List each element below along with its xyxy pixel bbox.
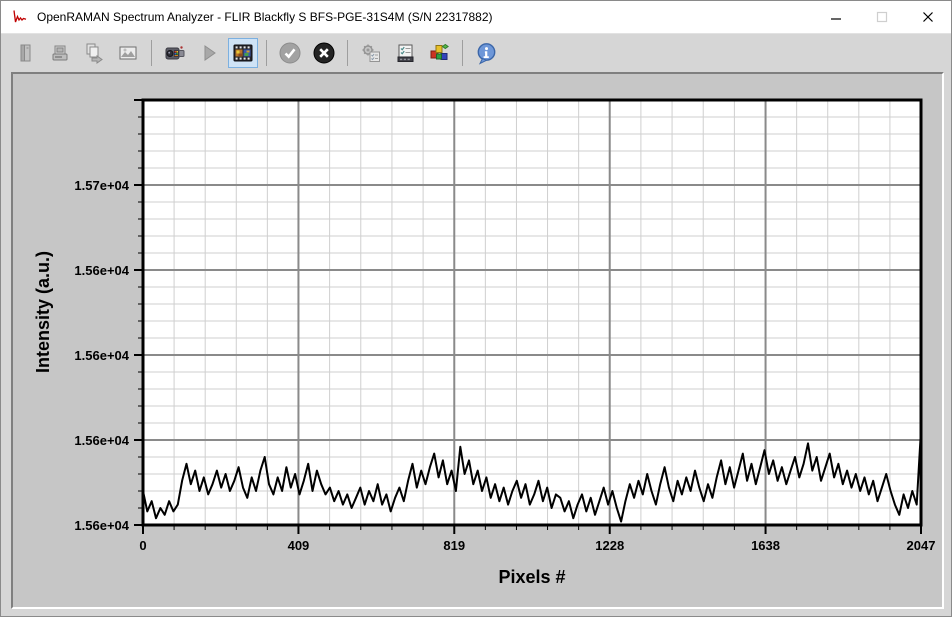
save-file-button[interactable]: [45, 38, 75, 68]
x-axis-title: Pixels #: [498, 567, 565, 587]
title-bar[interactable]: OpenRAMAN Spectrum Analyzer - FLIR Black…: [1, 1, 951, 34]
x-tick-label: 2047: [907, 538, 936, 553]
about-info-icon: [475, 42, 498, 65]
play-icon: [198, 42, 220, 64]
x-tick-label: 1638: [751, 538, 780, 553]
window-title: OpenRAMAN Spectrum Analyzer - FLIR Black…: [37, 10, 493, 24]
y-axis-title: Intensity (a.u.): [33, 251, 53, 373]
y-tick-label: 1.56e+04: [74, 263, 129, 278]
toolbar-separator: [151, 40, 152, 66]
toolbar: [1, 34, 951, 72]
statistics-button[interactable]: [424, 38, 454, 68]
save-file-icon: [49, 42, 71, 64]
x-tick-label: 409: [288, 538, 310, 553]
y-tick-label: 1.56e+04: [74, 518, 129, 533]
camera-settings-button[interactable]: [390, 38, 420, 68]
y-tick-label: 1.56e+04: [74, 433, 129, 448]
app-spectrum-icon: [11, 9, 29, 25]
cancel-button[interactable]: [309, 38, 339, 68]
open-file-button[interactable]: [11, 38, 41, 68]
accept-button[interactable]: [275, 38, 305, 68]
minimize-button[interactable]: [813, 1, 859, 33]
chart-panel: Intensity (a.u.) Pixels # 0 409 819 1228 163…: [11, 72, 944, 609]
y-tick-label: 1.56e+04: [74, 348, 129, 363]
maximize-button[interactable]: [859, 1, 905, 33]
accept-icon: [278, 41, 302, 65]
camera-settings-icon: [394, 42, 416, 64]
camera-button[interactable]: [160, 38, 190, 68]
live-view-filmstrip-icon: [232, 42, 254, 64]
x-tick-label: 1228: [595, 538, 624, 553]
x-tick-label: 819: [443, 538, 465, 553]
export-image-icon: [117, 42, 139, 64]
toolbar-separator: [347, 40, 348, 66]
spectrum-chart: Intensity (a.u.) Pixels # 0 409 819 1228 163…: [13, 74, 945, 609]
maximize-icon: [876, 11, 888, 23]
open-file-icon: [15, 42, 37, 64]
acquisition-settings-icon: [360, 42, 382, 64]
about-button[interactable]: [471, 38, 501, 68]
y-tick-label: 1.57e+04: [74, 178, 129, 193]
toolbar-separator: [462, 40, 463, 66]
export-image-button[interactable]: [113, 38, 143, 68]
toolbar-separator: [266, 40, 267, 66]
acquisition-settings-button[interactable]: [356, 38, 386, 68]
app-window: OpenRAMAN Spectrum Analyzer - FLIR Black…: [0, 0, 952, 617]
copy-button[interactable]: [79, 38, 109, 68]
minimize-icon: [830, 11, 842, 23]
statistics-icon: [428, 42, 450, 64]
camera-icon: [164, 42, 186, 64]
close-icon: [922, 11, 934, 23]
window-controls: [813, 1, 951, 33]
close-button[interactable]: [905, 1, 951, 33]
play-button[interactable]: [194, 38, 224, 68]
live-view-button[interactable]: [228, 38, 258, 68]
cancel-icon: [312, 41, 336, 65]
copy-icon: [83, 42, 105, 64]
x-tick-label: 0: [139, 538, 146, 553]
